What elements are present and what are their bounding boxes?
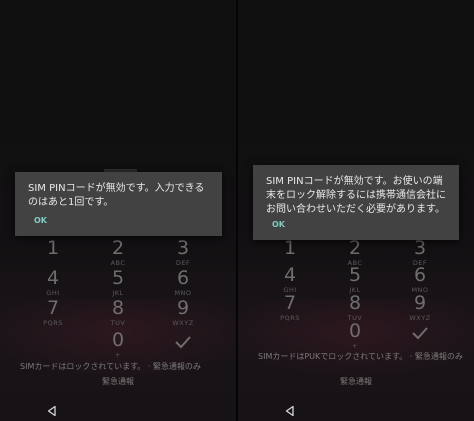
checkmark-icon[interactable] xyxy=(411,325,429,340)
ok-button[interactable]: OK xyxy=(34,216,47,225)
error-dialog: SIM PINコードが無効です。入力できるのはあと1回です。 OK xyxy=(15,172,222,236)
key-letters: PQRS xyxy=(43,319,63,327)
key-digit: 0 xyxy=(348,320,362,342)
key-digit: 6 xyxy=(413,264,427,286)
key-4[interactable]: 4 GHI xyxy=(260,264,320,294)
sim-status-text: SIMカードはロックされています。 · 緊急通報のみ xyxy=(20,362,201,371)
key-6[interactable]: 6 MNO xyxy=(390,264,450,294)
key-9[interactable]: 9 WXYZ xyxy=(390,292,450,322)
key-3[interactable]: 3 DEF xyxy=(153,237,213,267)
emergency-call-button[interactable]: 緊急通報 xyxy=(0,376,236,387)
error-dialog: SIM PINコードが無効です。お使いの端末をロック解除するには携帯通信会社にお… xyxy=(253,165,459,240)
key-digit: 7 xyxy=(283,292,297,314)
key-1[interactable]: 1 xyxy=(23,237,83,267)
key-digit: 6 xyxy=(176,267,190,289)
key-letters: + xyxy=(115,351,121,359)
key-7[interactable]: 7 PQRS xyxy=(260,292,320,322)
key-digit: 9 xyxy=(176,297,190,319)
back-triangle-icon[interactable] xyxy=(284,402,296,417)
key-5[interactable]: 5 JKL xyxy=(325,264,385,294)
key-9[interactable]: 9 WXYZ xyxy=(153,297,213,327)
key-digit: 1 xyxy=(46,237,60,259)
key-digit: 5 xyxy=(111,267,125,289)
key-7[interactable]: 7 PQRS xyxy=(23,297,83,327)
back-triangle-icon[interactable] xyxy=(46,402,58,417)
key-digit: 8 xyxy=(111,297,125,319)
key-digit: 5 xyxy=(348,264,362,286)
key-letters: ABC xyxy=(110,259,126,267)
key-digit: 8 xyxy=(348,292,362,314)
key-1[interactable]: 1 xyxy=(260,237,320,267)
dialog-message: SIM PINコードが無効です。お使いの端末をロック解除するには携帯通信会社にお… xyxy=(266,176,446,215)
sim-status-text: SIMカードはPUKでロックされています。 · 緊急通報のみ xyxy=(258,352,463,361)
key-letters xyxy=(23,259,83,267)
key-digit: 2 xyxy=(111,237,125,259)
emergency-call-button[interactable]: 緊急通報 xyxy=(238,376,474,387)
key-letters: + xyxy=(352,342,358,350)
key-digit: 3 xyxy=(176,237,190,259)
key-letters: PQRS xyxy=(280,314,300,322)
key-4[interactable]: 4 GHI xyxy=(23,267,83,297)
ok-button[interactable]: OK xyxy=(272,220,285,229)
checkmark-icon[interactable] xyxy=(174,334,192,349)
key-letters: WXYZ xyxy=(409,314,431,322)
key-digit: 3 xyxy=(413,237,427,259)
key-2[interactable]: 2 ABC xyxy=(325,237,385,267)
key-0[interactable]: 0 + xyxy=(325,320,385,350)
key-letters: JKL xyxy=(112,289,124,297)
key-letters: TUV xyxy=(110,319,126,327)
key-letters: WXYZ xyxy=(172,319,194,327)
key-letters: MNO xyxy=(174,289,192,297)
dialog-message: SIM PINコードが無効です。入力できるのはあと1回です。 xyxy=(28,183,205,208)
key-2[interactable]: 2 ABC xyxy=(88,237,148,267)
key-8[interactable]: 8 TUV xyxy=(88,297,148,327)
key-digit: 0 xyxy=(111,329,125,351)
key-8[interactable]: 8 TUV xyxy=(325,292,385,322)
key-digit: 4 xyxy=(283,264,297,286)
key-0[interactable]: 0 + xyxy=(88,329,148,359)
key-6[interactable]: 6 MNO xyxy=(153,267,213,297)
key-digit: 4 xyxy=(46,267,60,289)
key-digit: 7 xyxy=(46,297,60,319)
key-digit: 1 xyxy=(283,237,297,259)
key-digit: 2 xyxy=(348,237,362,259)
lockscreen-right: 1 2 ABC 3 DEF 4 GHI 5 JKL 6 MNO 7 PQRS 8 TUV 9W… xyxy=(238,0,474,421)
key-digit: 9 xyxy=(413,292,427,314)
key-5[interactable]: 5 JKL xyxy=(88,267,148,297)
key-3[interactable]: 3 DEF xyxy=(390,237,450,267)
key-letters: GHI xyxy=(46,289,60,297)
key-letters: DEF xyxy=(175,259,191,267)
lockscreen-left: 1 2 ABC 3 DEF 4 GHI 5 JKL 6 MNO 7 PQRS 8 TUV 9W… xyxy=(0,0,236,421)
